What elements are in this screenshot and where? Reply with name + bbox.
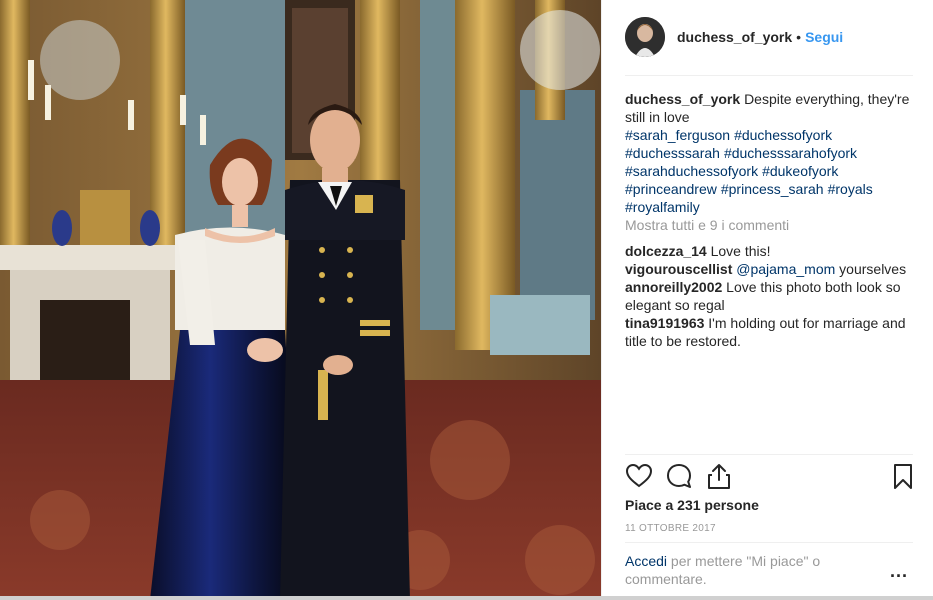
caption-hashtags: #sarah_ferguson #duchessofyork #duchesssa… [625, 126, 913, 216]
comments-list: dolcezza_14 Love this! vigourouscellist … [625, 242, 915, 350]
actions-divider [625, 454, 913, 455]
royal-couple-photo [0, 0, 601, 600]
hashtag-link[interactable]: #princess_sarah [721, 181, 824, 197]
post-photo[interactable] [0, 0, 601, 600]
avatar-image [625, 17, 665, 57]
hashtag-link[interactable]: #royalfamily [625, 199, 700, 215]
avatar[interactable] [625, 17, 665, 57]
header-divider [625, 75, 913, 76]
caption-username[interactable]: duchess_of_york [625, 91, 740, 107]
heart-icon[interactable] [625, 462, 653, 490]
post-header: duchess_of_york • Segui [625, 16, 913, 58]
comment-item: tina9191963 I'm holding out for marriage… [625, 314, 915, 350]
separator-dot: • [796, 29, 802, 45]
follow-button[interactable]: Segui [805, 29, 843, 45]
post-actions [625, 462, 917, 492]
likes-count[interactable]: Piace a 231 persone [625, 497, 759, 513]
footer-divider [625, 542, 913, 543]
hashtag-link[interactable]: #dukeofyork [762, 163, 838, 179]
comment-icon[interactable] [665, 462, 693, 490]
login-prompt: Accedi per mettere "Mi piace" o commenta… [625, 552, 865, 588]
comment-text: yourselves [839, 261, 907, 277]
comment-username[interactable]: tina9191963 [625, 315, 704, 331]
view-all-comments-link[interactable]: Mostra tutti e 9 i commenti [625, 216, 913, 234]
comment-mention[interactable]: @pajama_mom [736, 261, 835, 277]
comment-username[interactable]: annoreilly2002 [625, 279, 722, 295]
hashtag-link[interactable]: #duchesssarahofyork [724, 145, 857, 161]
hashtag-link[interactable]: #royals [828, 181, 873, 197]
comment-item: dolcezza_14 Love this! [625, 242, 915, 260]
hashtag-link[interactable]: #sarahduchessofyork [625, 163, 758, 179]
share-icon[interactable] [705, 462, 733, 490]
comment-item: annoreilly2002 Love this photo both look… [625, 278, 915, 314]
comment-username[interactable]: vigourouscellist [625, 261, 732, 277]
comment-text: Love this! [710, 243, 771, 259]
comment-item: vigourouscellist @pajama_mom yourselves [625, 260, 915, 278]
post-caption: duchess_of_york Despite everything, they… [625, 90, 913, 234]
post-date[interactable]: 11 ottobre 2017 [625, 523, 716, 534]
hashtag-link[interactable]: #princeandrew [625, 181, 717, 197]
bookmark-icon[interactable] [889, 462, 917, 490]
hashtag-link[interactable]: #sarah_ferguson [625, 127, 730, 143]
comment-username[interactable]: dolcezza_14 [625, 243, 707, 259]
hashtag-link[interactable]: #duchesssarah [625, 145, 720, 161]
window-bottom-edge [0, 596, 933, 600]
more-options-button[interactable]: ... [890, 561, 908, 582]
login-link[interactable]: Accedi [625, 553, 667, 569]
post-author-username[interactable]: duchess_of_york [677, 29, 792, 45]
hashtag-link[interactable]: #duchessofyork [734, 127, 832, 143]
